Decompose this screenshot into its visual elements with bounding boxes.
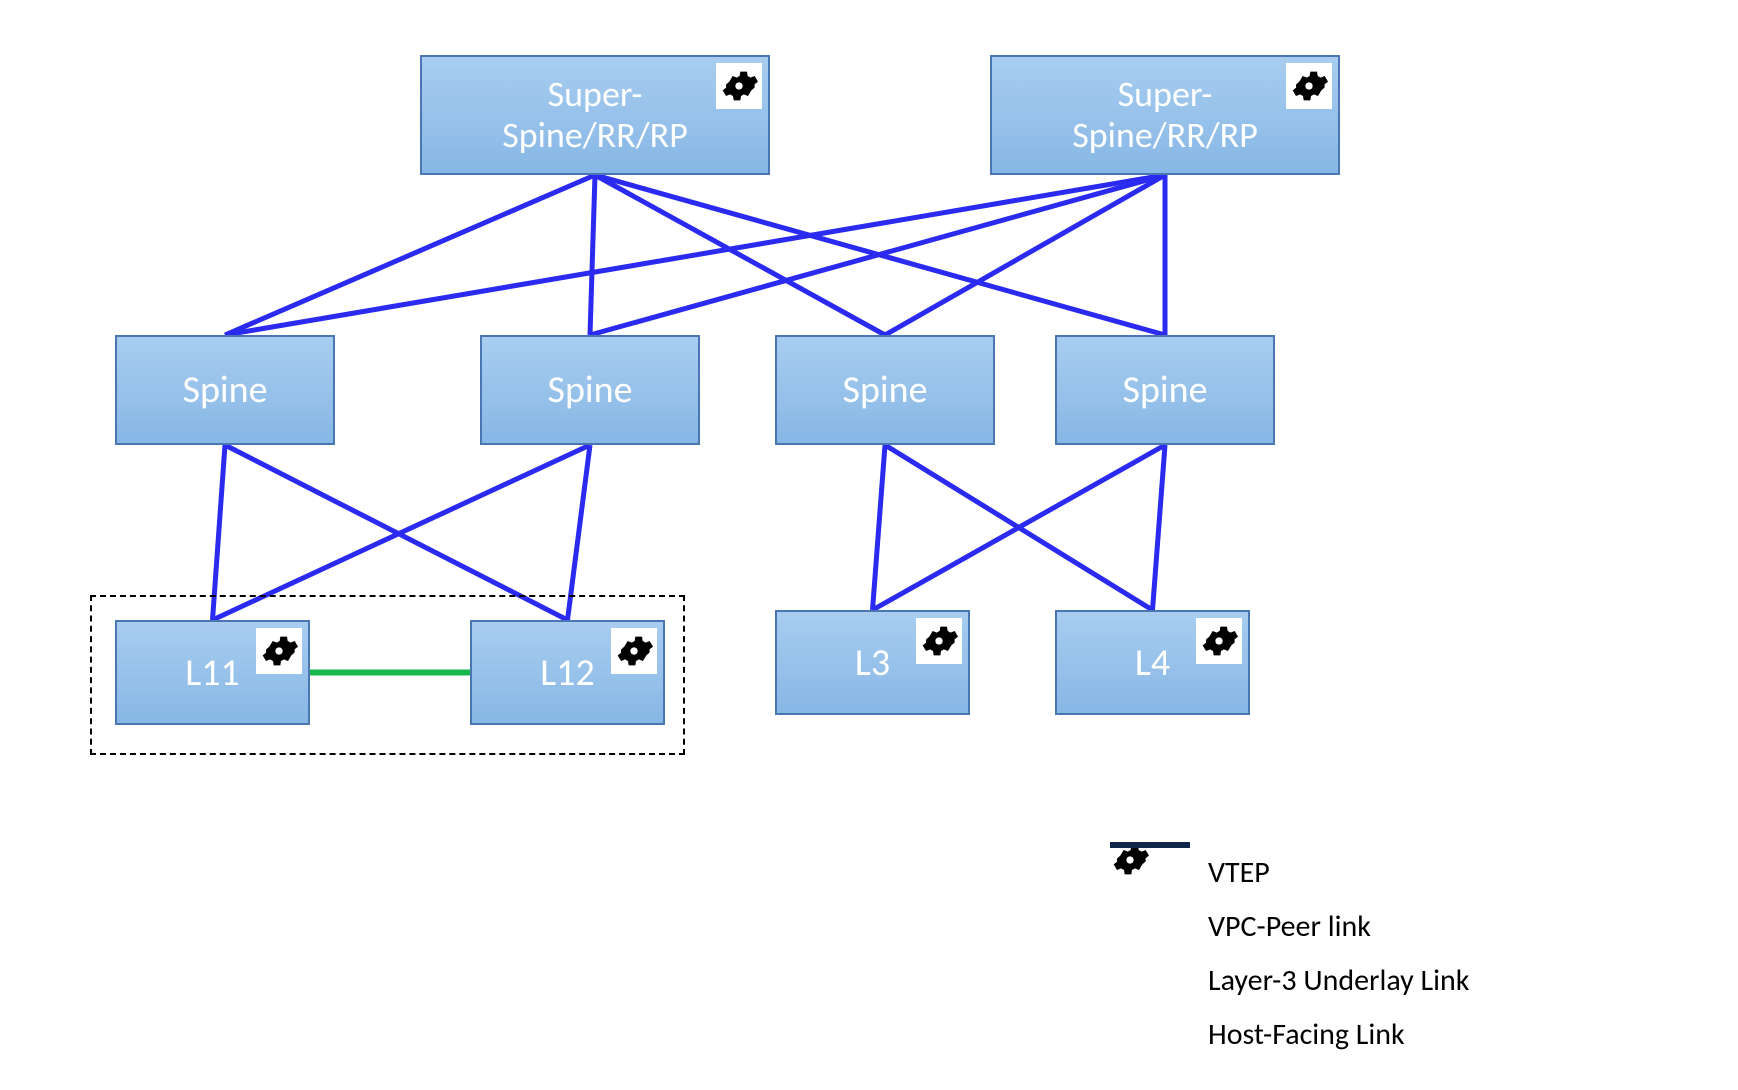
legend-item: VPC-Peer link	[1110, 904, 1469, 948]
node-spine2: Spine	[480, 335, 700, 445]
node-superspine2: Super- Spine/RR/RP	[990, 55, 1340, 175]
underlay-link	[213, 445, 226, 620]
legend-item: VTEP	[1110, 850, 1469, 894]
node-label: Super- Spine/RR/RP	[502, 74, 688, 157]
node-spine4: Spine	[1055, 335, 1275, 445]
gear-icon	[1286, 63, 1332, 109]
node-l3: L3	[775, 610, 970, 715]
node-label: Spine	[842, 367, 927, 413]
legend-item: Host-Facing Link	[1110, 1012, 1469, 1056]
legend: VTEP VPC-Peer link Layer-3 Underlay Link Ho…	[1110, 840, 1469, 1066]
node-superspine1: Super- Spine/RR/RP	[420, 55, 770, 175]
vpc-pair-box	[90, 595, 685, 755]
links-layer	[0, 0, 1738, 1090]
underlay-link	[213, 445, 591, 620]
legend-label: Layer-3 Underlay Link	[1208, 962, 1469, 999]
node-label: Spine	[547, 367, 632, 413]
node-label: L3	[855, 640, 890, 686]
node-label: L4	[1135, 640, 1170, 686]
underlay-link	[873, 445, 1166, 610]
underlay-link	[225, 175, 595, 335]
gear-icon	[716, 63, 762, 109]
underlay-link	[595, 175, 885, 335]
node-label: Spine	[1122, 367, 1207, 413]
node-spine1: Spine	[115, 335, 335, 445]
gear-icon	[916, 618, 962, 664]
underlay-link	[873, 445, 886, 610]
underlay-link	[568, 445, 591, 620]
legend-label: Host-Facing Link	[1208, 1016, 1405, 1053]
node-l4: L4	[1055, 610, 1250, 715]
node-label: Spine	[182, 367, 267, 413]
node-spine3: Spine	[775, 335, 995, 445]
legend-label: VPC-Peer link	[1208, 908, 1371, 945]
gear-icon	[1196, 618, 1242, 664]
legend-item: Layer-3 Underlay Link	[1110, 958, 1469, 1002]
underlay-link	[590, 175, 595, 335]
underlay-link	[1153, 445, 1166, 610]
node-label: Super- Spine/RR/RP	[1072, 74, 1258, 157]
legend-label: VTEP	[1208, 854, 1270, 891]
